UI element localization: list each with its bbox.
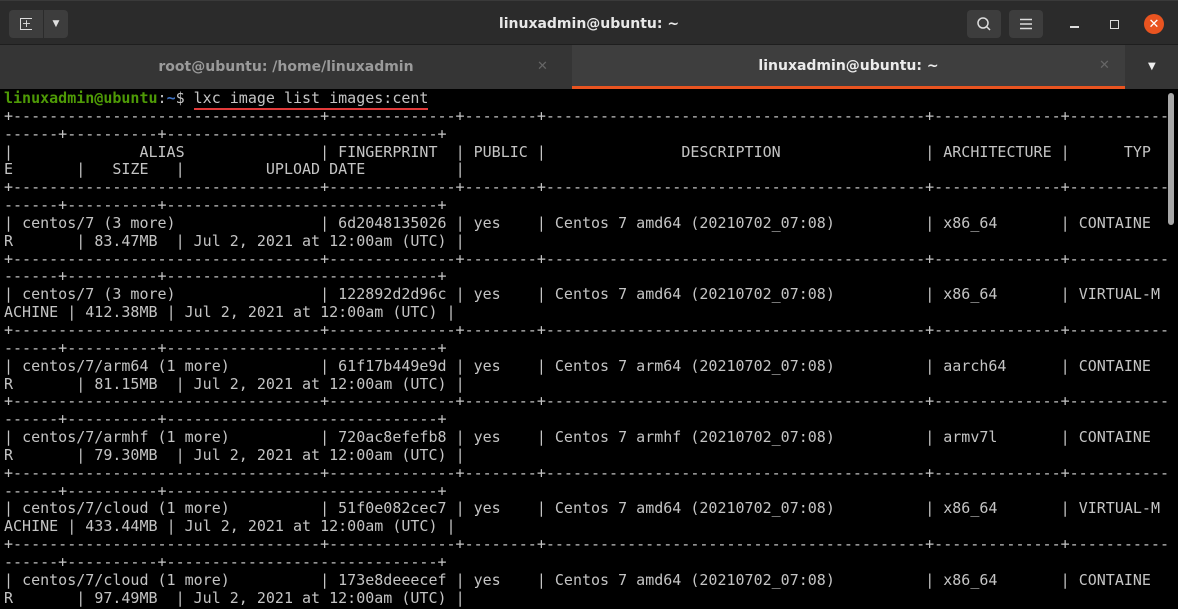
header-size: SIZE xyxy=(112,160,149,179)
cell-upload-date: Jul 2, 2021 at 12:00am (UTC) xyxy=(193,231,447,250)
cell-fingerprint: 61f17b449e9d xyxy=(338,356,447,375)
maximize-button[interactable] xyxy=(1104,14,1124,34)
header-alias: ALIAS xyxy=(139,142,185,161)
header-architecture: ARCHITECTURE xyxy=(943,142,1052,161)
window-title: linuxadmin@ubuntu: ~ xyxy=(498,16,680,32)
cell-architecture: aarch64 xyxy=(943,356,1007,375)
cell-public: yes xyxy=(473,213,501,232)
prompt-separator: : xyxy=(157,89,167,107)
cell-upload-date: Jul 2, 2021 at 12:00am (UTC) xyxy=(193,445,447,464)
search-button[interactable] xyxy=(967,10,1001,38)
cell-upload-date: Jul 2, 2021 at 12:00am (UTC) xyxy=(184,303,438,322)
tabs-dropdown-icon[interactable]: ▼ xyxy=(1148,45,1156,89)
cell-alias: centos/7/arm64 (1 more) xyxy=(22,356,230,375)
cell-alias: centos/7/cloud (1 more) xyxy=(22,570,230,589)
cell-public: yes xyxy=(473,285,501,304)
cell-architecture: x86_64 xyxy=(943,499,998,518)
terminal-screen: linuxadmin@ubuntu:~$ lxc image list imag… xyxy=(4,89,1169,607)
minimize-button[interactable] xyxy=(1064,14,1084,34)
cell-description: Centos 7 armhf (20210702_07:08) xyxy=(554,428,835,447)
scrollbar[interactable] xyxy=(1168,93,1174,225)
cell-upload-date: Jul 2, 2021 at 12:00am (UTC) xyxy=(184,517,438,536)
cell-fingerprint: 720ac8efefb8 xyxy=(338,428,447,447)
cell-upload-date: Jul 2, 2021 at 12:00am (UTC) xyxy=(193,588,447,607)
header-public: PUBLIC xyxy=(473,142,528,161)
header-description: DESCRIPTION xyxy=(681,142,781,161)
cell-size: 97.49MB xyxy=(94,588,158,607)
cell-fingerprint: 6d2048135026 xyxy=(338,213,447,232)
tab-linuxadmin[interactable]: linuxadmin@ubuntu: ~ ✕ xyxy=(572,45,1125,89)
tab-label: linuxadmin@ubuntu: ~ xyxy=(758,58,939,74)
cell-public: yes xyxy=(473,428,501,447)
cell-alias: centos/7 (3 more) xyxy=(22,213,176,232)
cell-description: Centos 7 arm64 (20210702_07:08) xyxy=(554,356,835,375)
cell-public: yes xyxy=(473,570,501,589)
cell-description: Centos 7 amd64 (20210702_07:08) xyxy=(554,570,835,589)
command-text: lxc image list images:cent xyxy=(193,89,429,107)
cell-fingerprint: 173e8deeecef xyxy=(338,570,447,589)
cell-alias: centos/7/armhf (1 more) xyxy=(22,428,230,447)
cell-description: Centos 7 amd64 (20210702_07:08) xyxy=(554,213,835,232)
cell-alias: centos/7/cloud (1 more) xyxy=(22,499,230,518)
tab-close-icon[interactable]: ✕ xyxy=(537,45,548,89)
cell-size: 433.44MB xyxy=(85,517,158,536)
hamburger-icon xyxy=(1020,18,1032,30)
cell-public: yes xyxy=(473,499,501,518)
prompt-path: ~ xyxy=(166,89,176,107)
header-fingerprint: FINGERPRINT xyxy=(338,142,438,161)
cell-size: 79.30MB xyxy=(94,445,158,464)
cell-architecture: armv7l xyxy=(943,428,998,447)
close-icon: ✕ xyxy=(1148,16,1160,32)
minimize-icon xyxy=(1069,26,1079,28)
title-bar: + ▼ linuxadmin@ubuntu: ~ ✕ xyxy=(0,0,1178,44)
cell-size: 81.15MB xyxy=(94,374,158,393)
search-icon xyxy=(977,17,991,31)
cell-size: 83.47MB xyxy=(94,231,158,250)
cell-size: 412.38MB xyxy=(85,303,158,322)
cell-architecture: x86_64 xyxy=(943,570,998,589)
cell-architecture: x86_64 xyxy=(943,285,998,304)
close-button[interactable]: ✕ xyxy=(1144,14,1164,34)
header-upload-date: UPLOAD DATE xyxy=(265,160,366,179)
prompt-user-host: linuxadmin@ubuntu xyxy=(4,89,158,107)
cell-description: Centos 7 amd64 (20210702_07:08) xyxy=(554,499,835,518)
cell-upload-date: Jul 2, 2021 at 12:00am (UTC) xyxy=(193,374,447,393)
cell-architecture: x86_64 xyxy=(943,213,998,232)
cell-description: Centos 7 amd64 (20210702_07:08) xyxy=(554,285,835,304)
tab-bar: root@ubuntu: /home/linuxadmin ✕ linuxadm… xyxy=(0,44,1178,89)
tab-root[interactable]: root@ubuntu: /home/linuxadmin ✕ xyxy=(0,45,572,89)
cell-public: yes xyxy=(473,356,501,375)
terminal-output[interactable]: linuxadmin@ubuntu:~$ lxc image list imag… xyxy=(0,89,1169,608)
menu-button[interactable] xyxy=(1009,10,1043,38)
maximize-icon xyxy=(1109,19,1119,29)
tab-close-icon[interactable]: ✕ xyxy=(1099,45,1110,87)
tab-label: root@ubuntu: /home/linuxadmin xyxy=(158,59,414,75)
prompt-symbol: $ xyxy=(175,89,194,107)
cell-alias: centos/7 (3 more) xyxy=(22,285,176,304)
cell-fingerprint: 122892d2d96c xyxy=(338,285,447,304)
cell-fingerprint: 51f0e082cec7 xyxy=(338,499,447,518)
